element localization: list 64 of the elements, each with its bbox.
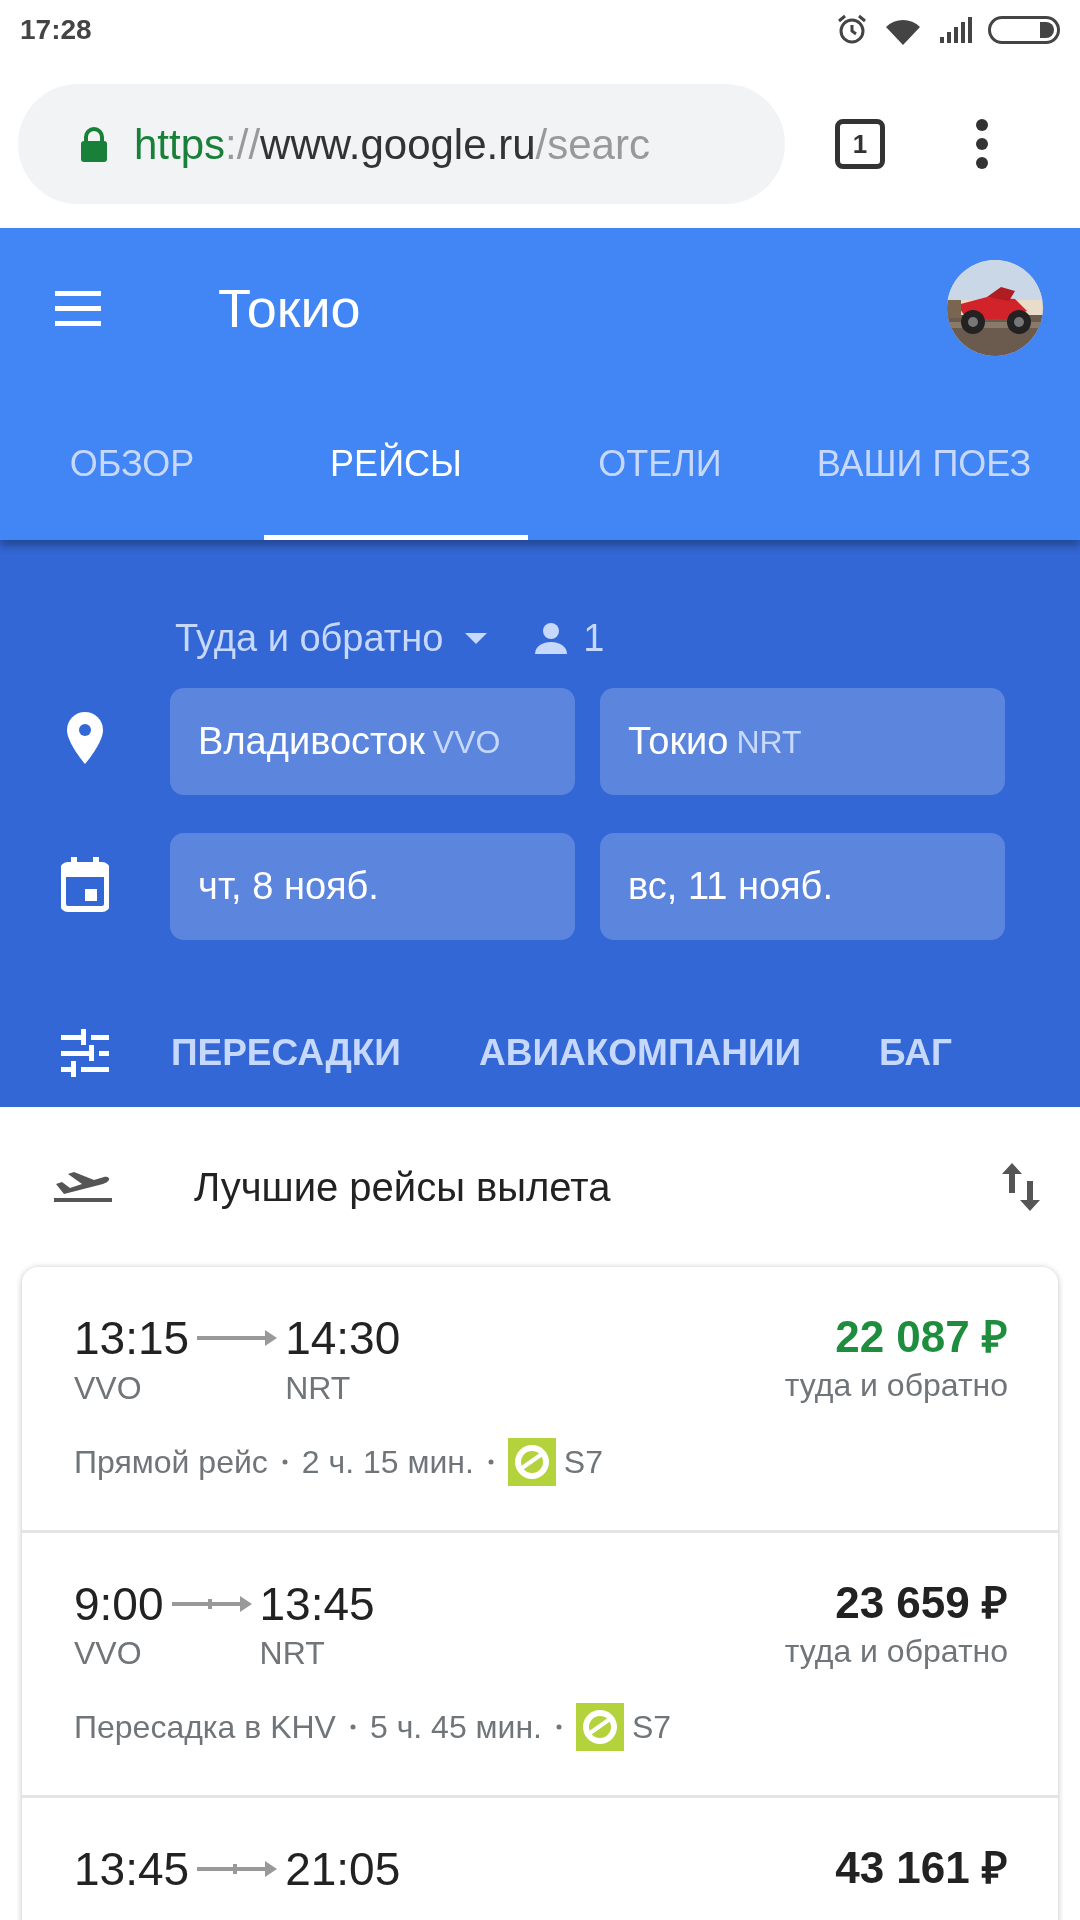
url-text: https://www.google.ru/searc — [134, 119, 650, 170]
filter-chip[interactable]: ПЕРЕСАДКИ — [170, 1025, 401, 1081]
destination-field[interactable]: Токио NRT — [600, 688, 1005, 795]
duration-text: 5 ч. 45 мин. — [369, 1708, 542, 1748]
address-bar[interactable]: https://www.google.ru/searc — [18, 84, 785, 204]
tab[interactable]: ОБЗОР — [0, 388, 264, 540]
price-note: туда и обратно — [784, 1632, 1008, 1671]
arrival-time: 13:45 — [259, 1578, 375, 1630]
departure-time: 13:15 — [74, 1313, 190, 1364]
arrow-icon — [197, 1859, 278, 1880]
sort-icon[interactable] — [1002, 1163, 1040, 1211]
flight-result[interactable]: 13:45 21:05 43 161 ₽ — [22, 1798, 1058, 1920]
stops-text: Прямой рейс — [74, 1442, 268, 1482]
location-pin-icon — [67, 712, 104, 764]
person-icon — [535, 622, 568, 654]
tab[interactable]: РЕЙСЫ — [264, 388, 528, 540]
airport-code: VVO — [74, 1634, 142, 1674]
airline-logo-icon — [576, 1703, 624, 1752]
arrow-icon — [197, 1328, 278, 1349]
separator-dot-icon — [487, 1458, 494, 1465]
price: 43 161 ₽ — [835, 1844, 1008, 1893]
duration-text: 2 ч. 15 мин. — [301, 1442, 474, 1482]
tab[interactable]: ВАШИ ПОЕЗ — [792, 388, 1056, 540]
return-date-field[interactable]: вс, 11 нояб. — [600, 833, 1005, 940]
section-title: Лучшие рейсы вылета — [194, 1164, 612, 1211]
calendar-icon — [61, 857, 110, 913]
stops-text: Пересадка в KHV — [74, 1708, 336, 1748]
departure-time: 13:45 — [74, 1844, 190, 1895]
arrow-icon — [171, 1593, 252, 1614]
airline-name: S7 — [563, 1442, 603, 1482]
passengers-button[interactable]: 1 — [535, 609, 605, 667]
departure-time: 9:00 — [74, 1578, 164, 1630]
origin-field[interactable]: Владивосток VVO — [170, 688, 576, 795]
departure-date-field[interactable]: чт, 8 нояб. — [170, 833, 576, 940]
tab[interactable]: ОТЕЛИ — [528, 388, 792, 540]
price: 23 659 ₽ — [835, 1578, 1008, 1627]
filter-chip[interactable]: БАГ — [879, 1025, 952, 1081]
airline-logo-icon — [507, 1437, 556, 1486]
tab-count-button[interactable]: 1 — [835, 119, 885, 169]
flight-result[interactable]: 13:15 14:30 VVO NRT 22 087 ₽ туда и обратно Прямой рейс 2 ч. 15 мин. S7 — [22, 1267, 1058, 1533]
filter-chip[interactable]: АВИАКОМПАНИИ — [478, 1025, 802, 1081]
lock-icon — [78, 126, 110, 162]
departing-plane-icon — [52, 1170, 114, 1204]
signal-icon — [938, 17, 972, 43]
separator-dot-icon — [556, 1724, 562, 1731]
price: 22 087 ₽ — [835, 1313, 1008, 1362]
airport-code: VVO — [74, 1368, 142, 1408]
menu-icon[interactable] — [975, 118, 989, 170]
airport-code: NRT — [285, 1368, 351, 1408]
separator-dot-icon — [349, 1724, 356, 1731]
alarm-icon — [836, 14, 868, 46]
status-time: 17:28 — [20, 13, 92, 47]
battery-icon — [988, 16, 1060, 44]
flight-result[interactable]: 9:00 13:45 VVO NRT 23 659 ₽ туда и обратно Пересадка в KHV 5 ч. 45 мин. S7 — [22, 1532, 1058, 1799]
page-title: Токио — [218, 276, 362, 340]
airport-code: NRT — [259, 1634, 325, 1674]
trip-type-dropdown[interactable]: Туда и обратно — [175, 609, 488, 667]
price-note: туда и обратно — [784, 1366, 1008, 1406]
arrival-time: 14:30 — [285, 1313, 401, 1364]
separator-dot-icon — [281, 1458, 288, 1465]
arrival-time: 21:05 — [285, 1844, 401, 1895]
airline-name: S7 — [632, 1708, 672, 1748]
caret-icon — [465, 632, 488, 644]
filter-icon[interactable] — [61, 1029, 110, 1077]
